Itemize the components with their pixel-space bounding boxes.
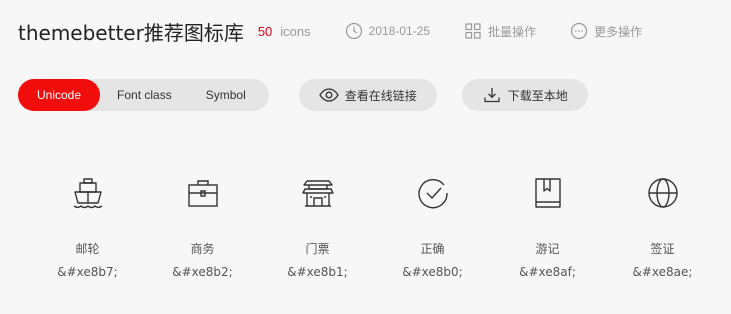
format-tabs: Unicode Font class Symbol <box>18 79 269 111</box>
eye-icon <box>318 88 339 102</box>
more-action-label: 更多操作 <box>594 24 643 39</box>
icon-card[interactable]: 正确 &#xe8b0; <box>375 176 490 279</box>
icon-count: 50 <box>257 23 273 39</box>
icon-card[interactable]: 签证 &#xe8ae; <box>605 176 720 279</box>
icon-name: 邮轮 <box>75 242 100 256</box>
icon-card[interactable]: 游记 &#xe8af; <box>490 176 605 279</box>
download-icon <box>484 88 500 103</box>
icon-code: &#xe8b0; <box>402 265 463 279</box>
batch-action-label: 批量操作 <box>488 24 537 39</box>
ship-icon <box>73 178 102 209</box>
icon-name: 正确 <box>420 242 445 256</box>
toolbar: Unicode Font class Symbol 查看在线链接 下载至本地 <box>18 79 721 111</box>
grid-icon <box>465 23 481 39</box>
date-info: 2018-01-25 <box>345 22 430 40</box>
icon-name: 签证 <box>650 242 675 256</box>
icon-list: 邮轮 &#xe8b7; 商务 &#xe8b2; 门票 &#xe8b1; 正确 &… <box>30 176 720 279</box>
book-icon <box>534 178 561 208</box>
tab-symbol[interactable]: Symbol <box>189 79 263 111</box>
view-online-button[interactable]: 查看在线链接 <box>298 79 437 111</box>
icon-code: &#xe8b1; <box>287 265 348 279</box>
globe-icon <box>647 178 678 208</box>
icon-card[interactable]: 门票 &#xe8b1; <box>260 176 375 279</box>
icon-code: &#xe8ae; <box>632 265 693 279</box>
icon-code: &#xe8b2; <box>172 265 233 279</box>
download-label: 下载至本地 <box>507 88 568 103</box>
icon-code: &#xe8af; <box>519 265 576 279</box>
icon-name: 游记 <box>535 242 560 256</box>
tab-unicode[interactable]: Unicode <box>18 79 101 111</box>
icon-card[interactable]: 邮轮 &#xe8b7; <box>30 176 145 279</box>
page-title: themebetter推荐图标库 <box>18 20 244 45</box>
icon-code: &#xe8b7; <box>57 265 118 279</box>
check-circle-icon <box>417 178 448 209</box>
batch-action-button[interactable]: 批量操作 <box>464 22 536 40</box>
clock-icon <box>345 22 362 40</box>
briefcase-icon <box>187 180 218 207</box>
icon-name: 商务 <box>190 242 215 256</box>
date-text: 2018-01-25 <box>368 24 431 38</box>
download-button[interactable]: 下载至本地 <box>461 79 588 111</box>
gate-icon <box>301 180 334 207</box>
view-online-label: 查看在线链接 <box>344 88 417 103</box>
icon-count-unit: icons <box>280 23 311 39</box>
tab-font-class[interactable]: Font class <box>100 79 189 111</box>
header: themebetter推荐图标库 50 icons 2018-01-25 批量操… <box>18 14 721 48</box>
more-action-button[interactable]: 更多操作 <box>570 22 642 40</box>
more-icon <box>570 22 588 40</box>
icon-name: 门票 <box>305 242 330 256</box>
icon-card[interactable]: 商务 &#xe8b2; <box>145 176 260 279</box>
